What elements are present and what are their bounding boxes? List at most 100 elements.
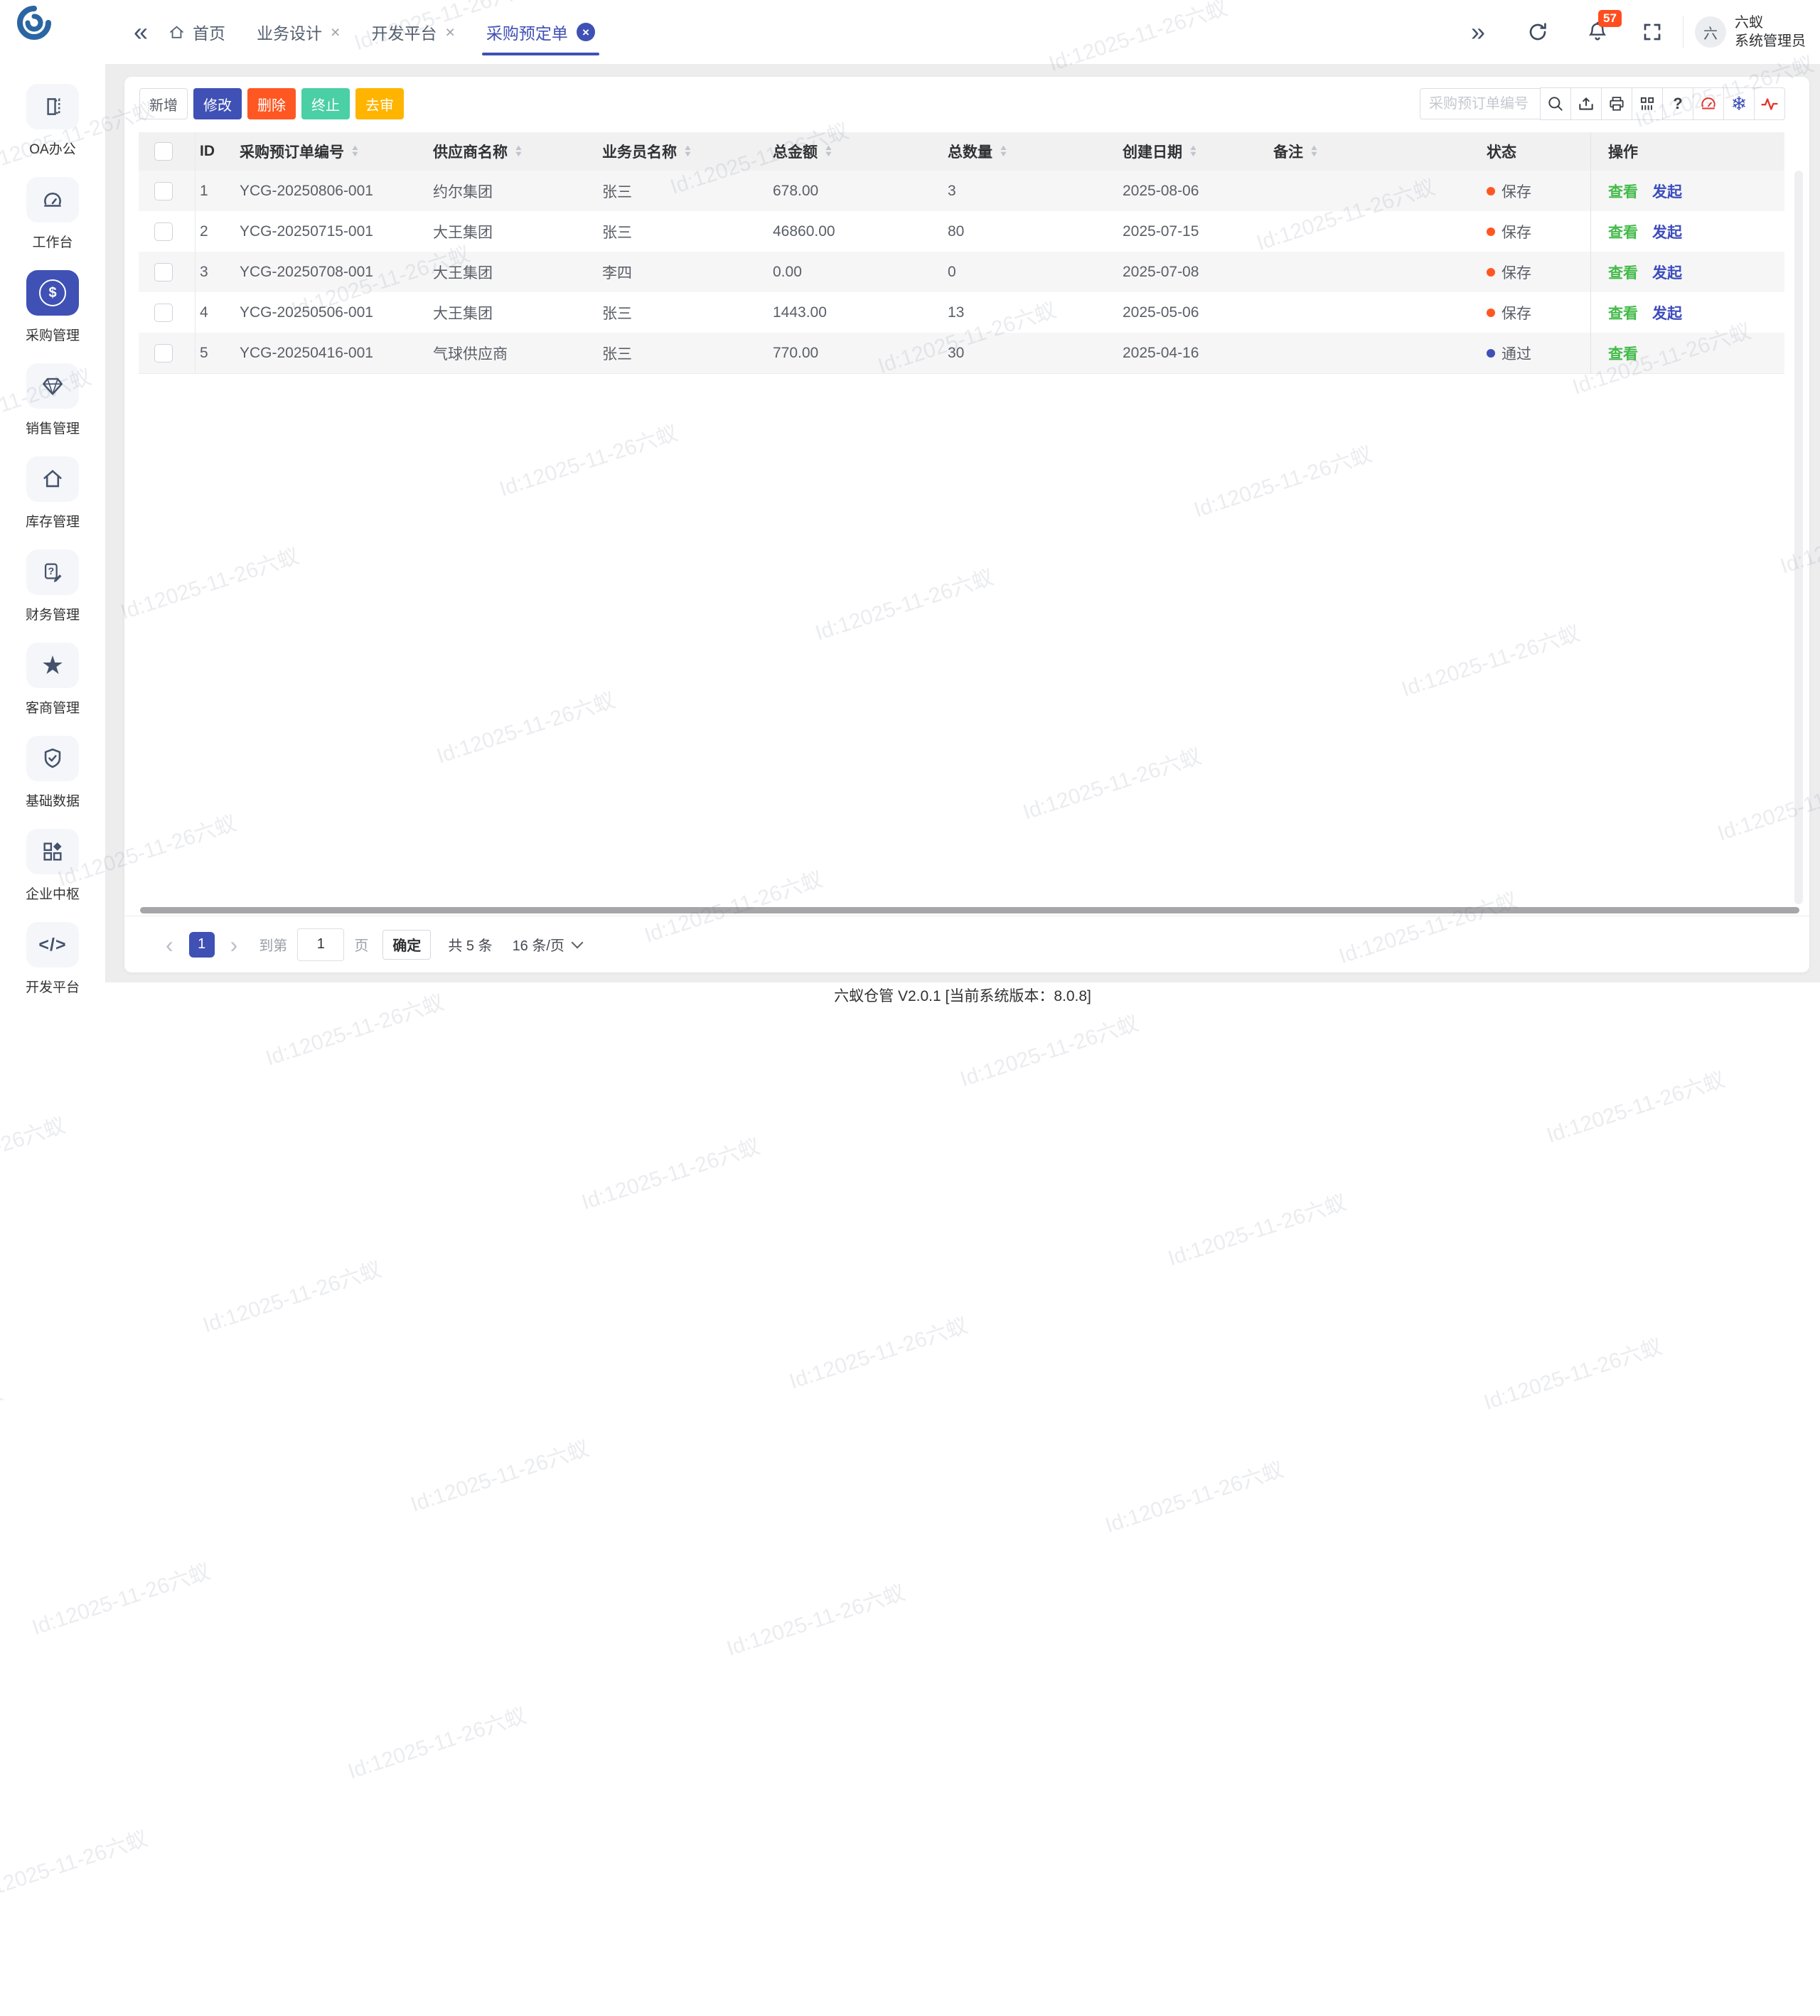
expand-tabs-icon[interactable]: » — [1471, 19, 1485, 45]
table-row[interactable]: 5YCG-20250416-001气球供应商张三770.00302025-04-… — [139, 333, 1784, 374]
view-link[interactable]: 查看 — [1608, 262, 1638, 283]
row-checkbox[interactable] — [154, 222, 173, 241]
initiate-link[interactable]: 发起 — [1652, 302, 1682, 323]
tab-purchase-order[interactable]: 采购预定单× — [485, 0, 596, 64]
sidebar-item-purchase[interactable]: $采购管理 — [0, 270, 105, 363]
sidebar-item-enterprise-hub[interactable]: 企业中枢 — [0, 829, 105, 922]
close-tab-icon[interactable]: × — [577, 23, 595, 41]
initiate-link[interactable]: 发起 — [1652, 262, 1682, 283]
sidebar-item-dev-platform[interactable]: </>开发平台 — [0, 922, 105, 1015]
view-link[interactable]: 查看 — [1608, 181, 1638, 202]
cell-qty: 80 — [943, 211, 1118, 252]
monitor-button[interactable] — [1754, 87, 1785, 120]
delete-button[interactable]: 删除 — [247, 88, 296, 119]
edit-button[interactable]: 修改 — [193, 88, 242, 119]
row-checkbox[interactable] — [154, 263, 173, 282]
pagination-current-page[interactable]: 1 — [189, 932, 215, 958]
vertical-scrollbar[interactable] — [1794, 171, 1803, 904]
sort-icon[interactable]: ▲▼ — [825, 145, 833, 158]
page-size-select[interactable]: 16 条/页 — [513, 934, 582, 955]
view-link[interactable]: 查看 — [1608, 221, 1638, 242]
help-button[interactable]: ? — [1662, 87, 1693, 120]
tab-home[interactable]: 首页 — [166, 0, 227, 64]
sidebar-item-customers[interactable]: ★客商管理 — [0, 643, 105, 736]
search-button[interactable] — [1540, 87, 1571, 120]
column-header-created: 创建日期 ▲▼ — [1118, 132, 1269, 171]
initiate-link[interactable]: 发起 — [1652, 221, 1682, 242]
sidebar-item-sales[interactable]: 销售管理 — [0, 363, 105, 456]
freeze-button[interactable]: ❄ — [1723, 87, 1755, 120]
cell-text: 13 — [948, 304, 964, 321]
table-row[interactable]: 2YCG-20250715-001大王集团张三46860.00802025-07… — [139, 211, 1784, 252]
sidebar-item-workbench[interactable]: 工作台 — [0, 177, 105, 270]
sort-icon[interactable]: ▲▼ — [515, 145, 523, 158]
review-button[interactable]: 去审 — [355, 88, 404, 119]
sort-icon[interactable]: ▲▼ — [351, 145, 359, 158]
table-row[interactable]: 3YCG-20250708-001大王集团李四0.0002025-07-08保存… — [139, 252, 1784, 292]
cell-actions: 查看发起 — [1590, 211, 1784, 252]
cell-created: 2025-04-16 — [1118, 333, 1269, 373]
data-table: ID采购预订单编号▲▼供应商名称▲▼业务员名称▲▼总金额▲▼总数量▲▼创建日期▲… — [139, 132, 1784, 374]
table-row[interactable]: 1YCG-20250806-001约尔集团张三678.0032025-08-06… — [139, 171, 1784, 211]
sidebar-item-tile — [26, 829, 79, 874]
cell-text: 1443.00 — [773, 304, 827, 321]
sort-icon[interactable]: ▲▼ — [1310, 145, 1318, 158]
cell-text: 大王集团 — [433, 221, 493, 242]
print-button[interactable] — [1601, 87, 1632, 120]
notifications-bell-icon[interactable]: 57 — [1586, 21, 1609, 43]
goto-confirm-button[interactable]: 确定 — [382, 930, 431, 960]
sort-icon[interactable]: ▲▼ — [1000, 145, 1007, 158]
goto-page-input[interactable] — [297, 928, 344, 961]
table-row[interactable]: 4YCG-20250506-001大王集团张三1443.00132025-05-… — [139, 292, 1784, 333]
app-logo-icon[interactable] — [17, 6, 51, 40]
search-input[interactable] — [1420, 88, 1541, 119]
status-text: 保存 — [1502, 302, 1531, 323]
add-button[interactable]: 新增 — [139, 88, 188, 119]
collapse-tabs-icon[interactable]: « — [134, 19, 148, 45]
cell-created: 2025-05-06 — [1118, 292, 1269, 333]
cell-text: 0 — [948, 264, 956, 281]
view-link[interactable]: 查看 — [1608, 302, 1638, 323]
export-button[interactable] — [1570, 87, 1602, 120]
user-avatar[interactable]: 六 — [1695, 16, 1726, 48]
shield-check-icon — [41, 746, 65, 771]
sort-icon[interactable]: ▲▼ — [1189, 145, 1197, 158]
qrcode-button[interactable] — [1632, 87, 1663, 120]
horizontal-scrollbar[interactable] — [140, 907, 1799, 913]
close-tab-icon[interactable]: × — [445, 24, 454, 41]
cell-id: 2 — [196, 211, 235, 252]
user-info[interactable]: 六蚁 系统管理员 — [1735, 14, 1806, 50]
cell-actions: 查看发起 — [1590, 252, 1784, 292]
select-all-checkbox[interactable] — [154, 142, 173, 161]
row-checkbox[interactable] — [154, 344, 173, 363]
tab-dev-platform[interactable]: 开发平台 × — [370, 0, 456, 64]
cell-text: 80 — [948, 223, 964, 240]
tab-label: 开发平台 — [371, 20, 437, 44]
close-tab-icon[interactable]: × — [331, 24, 340, 41]
refresh-icon[interactable] — [1526, 21, 1549, 43]
pagination-prev-icon[interactable]: ‹ — [166, 933, 173, 956]
sidebar-item-oa-office[interactable]: OA办公 — [0, 84, 105, 177]
view-link[interactable]: 查看 — [1608, 343, 1638, 364]
cell-select — [139, 292, 196, 333]
app-root: Id:12025-11-26六蚁Id:12025-11-26六蚁Id:12025… — [0, 0, 1820, 1008]
terminate-button[interactable]: 终止 — [301, 88, 350, 119]
sidebar-item-finance[interactable]: ?财务管理 — [0, 549, 105, 643]
sidebar-item-base-data[interactable]: 基础数据 — [0, 736, 105, 829]
row-checkbox[interactable] — [154, 182, 173, 200]
sort-icon[interactable]: ▲▼ — [684, 145, 692, 158]
cell-text: 2 — [200, 223, 208, 240]
tab-business-design[interactable]: 业务设计× — [255, 0, 341, 64]
cell-qty: 0 — [943, 252, 1118, 292]
column-label: 创建日期 — [1123, 141, 1182, 162]
column-header-status: 状态 — [1482, 132, 1590, 171]
fullscreen-icon[interactable] — [1642, 21, 1663, 43]
pagination-next-icon[interactable]: › — [230, 933, 238, 956]
row-checkbox[interactable] — [154, 304, 173, 322]
initiate-link[interactable]: 发起 — [1652, 181, 1682, 202]
sidebar-item-inventory[interactable]: 库存管理 — [0, 456, 105, 549]
cell-created: 2025-07-15 — [1118, 211, 1269, 252]
cell-text: 2025-07-15 — [1123, 223, 1199, 240]
dashboard-button[interactable] — [1693, 87, 1724, 120]
watermark-text: Id:12025-11-26六蚁 — [785, 1308, 971, 1395]
